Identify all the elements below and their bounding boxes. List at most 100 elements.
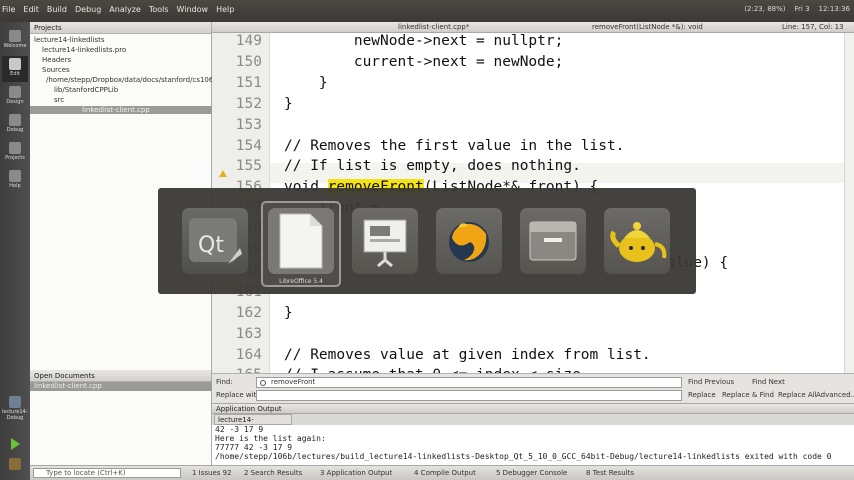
menu-debug[interactable]: Debug — [75, 5, 101, 14]
pane-debugger-console[interactable]: 5 Debugger Console — [496, 469, 567, 477]
menu-analyze[interactable]: Analyze — [109, 5, 141, 14]
application-output[interactable]: 42 -3 17 9 Here is the list again: 77777… — [212, 425, 854, 465]
mode-design[interactable]: Design — [2, 84, 28, 110]
date-indicator[interactable]: Fri 3 — [795, 5, 810, 13]
replace-input[interactable] — [256, 390, 682, 401]
tree-lib-folder[interactable]: lib/StanfordCPPLib — [54, 86, 118, 94]
code-line: current->next = newNode; — [284, 53, 564, 70]
app-switcher: Qt LibreOffice 5.4 — [158, 188, 696, 294]
teapot-icon[interactable] — [604, 208, 670, 274]
menu-tools[interactable]: Tools — [149, 5, 169, 14]
app-switcher-caption: LibreOffice 5.4 — [279, 278, 323, 285]
monitor-icon — [9, 396, 21, 408]
open-documents-header: Open Documents — [30, 370, 211, 382]
editor-scrollbar[interactable] — [844, 33, 854, 373]
battery-indicator[interactable]: (2:23, 88%) — [744, 5, 785, 13]
output-line: 77777 42 -3 17 9 — [215, 443, 293, 452]
line-number: 152 — [235, 95, 262, 112]
edit-icon — [9, 58, 21, 70]
mode-help[interactable]: Help — [2, 168, 28, 194]
replace-button[interactable]: Replace — [688, 391, 716, 399]
editor-symbol-selector[interactable]: removeFront(ListNode *&): void — [592, 23, 703, 31]
output-line: /home/stepp/106b/lectures/build_lecture1… — [215, 452, 832, 461]
debug-run-icon — [9, 458, 21, 470]
tree-pro-file[interactable]: lecture14-linkedlists.pro — [42, 46, 126, 54]
output-tab[interactable]: lecture14-linkedlists — [214, 414, 292, 432]
line-number: 155 — [235, 158, 262, 175]
firefox-icon[interactable] — [436, 208, 502, 274]
advanced-button[interactable]: Advanced... — [816, 391, 854, 399]
line-number: 150 — [235, 53, 262, 70]
mode-welcome[interactable]: Welcome — [2, 28, 28, 54]
play-icon — [10, 438, 20, 450]
code-line: // Removes value at given index from lis… — [284, 346, 651, 363]
debug-run-button[interactable] — [2, 456, 28, 480]
mode-edit[interactable]: Edit — [2, 56, 28, 82]
code-line: } — [284, 304, 293, 321]
output-header: Application Output — [212, 403, 854, 414]
mode-projects[interactable]: Projects — [2, 140, 28, 166]
pane-compile-output[interactable]: 4 Compile Output — [414, 469, 476, 477]
menu-edit[interactable]: Edit — [23, 5, 39, 14]
line-number: 162 — [235, 304, 262, 321]
find-label: Find: — [216, 378, 233, 386]
svg-text:Qt: Qt — [198, 233, 224, 258]
line-number: 163 — [235, 325, 262, 342]
clock-indicator[interactable]: 12:13:36 — [819, 5, 850, 13]
file-manager-icon[interactable] — [520, 208, 586, 274]
code-line: } — [284, 74, 328, 91]
pane-search-results[interactable]: 2 Search Results — [244, 469, 302, 477]
menu-help[interactable]: Help — [216, 5, 234, 14]
output-line: 42 -3 17 9 — [215, 425, 264, 434]
mode-debug[interactable]: Debug — [2, 112, 28, 138]
projects-icon — [9, 142, 21, 154]
pane-issues[interactable]: 1 Issues 92 — [192, 469, 232, 477]
line-number: 164 — [235, 346, 262, 363]
run-button[interactable] — [2, 432, 28, 458]
find-next-button[interactable]: Find Next — [752, 378, 785, 386]
find-input[interactable]: removeFront — [256, 377, 682, 388]
line-number: 153 — [235, 116, 262, 133]
menu-list: File Edit Build Debug Analyze Tools Wind… — [2, 5, 234, 14]
line-number: 154 — [235, 137, 262, 154]
debug-icon — [9, 114, 21, 126]
target-selector[interactable]: lecture14-linkedlistsDebug — [2, 394, 28, 424]
pane-test-results[interactable]: 8 Test Results — [586, 469, 634, 477]
tree-headers[interactable]: Headers — [42, 56, 71, 64]
menu-file[interactable]: File — [2, 5, 15, 14]
mode-bar: Welcome Edit Design Debug Projects Help … — [0, 22, 30, 480]
code-line: // If list is empty, does nothing. — [284, 158, 581, 175]
tree-project-root[interactable]: lecture14-linkedlists — [34, 36, 105, 44]
search-icon — [260, 380, 266, 386]
line-number: 149 — [235, 33, 262, 49]
line-number: 151 — [235, 74, 262, 91]
status-bar: Type to locate (Ctrl+K) 1 Issues 92 2 Se… — [30, 465, 854, 480]
presentation-icon[interactable] — [352, 208, 418, 274]
output-line: Here is the list again: — [215, 434, 326, 443]
welcome-icon — [9, 30, 21, 42]
help-icon — [9, 170, 21, 182]
projects-header: Projects — [30, 22, 211, 34]
pane-application-output[interactable]: 3 Application Output — [320, 469, 392, 477]
find-previous-button[interactable]: Find Previous — [688, 378, 734, 386]
locator-input[interactable]: Type to locate (Ctrl+K) — [33, 468, 181, 478]
find-bar: Find: Replace with: removeFront Find Pre… — [212, 373, 854, 403]
menu-window[interactable]: Window — [177, 5, 209, 14]
editor-toolbar: linkedlist-client.cpp* removeFront(ListN… — [212, 22, 854, 33]
editor-cursor-position: Line: 157, Col: 13 — [782, 23, 844, 31]
tree-folder-path[interactable]: /home/stepp/Dropbox/data/docs/stanford/c… — [46, 76, 225, 84]
menu-build[interactable]: Build — [47, 5, 67, 14]
design-icon — [9, 86, 21, 98]
tree-selected-file[interactable]: linkedlist-client.cpp — [30, 106, 212, 114]
qt-creator-icon[interactable]: Qt — [182, 208, 248, 274]
code-line: newNode->next = nullptr; — [284, 33, 564, 49]
tree-sources[interactable]: Sources — [42, 66, 70, 74]
tree-src-folder[interactable]: src — [54, 96, 64, 104]
editor-file-tab[interactable]: linkedlist-client.cpp* — [398, 23, 469, 31]
libreoffice-icon[interactable] — [268, 208, 334, 274]
replace-find-button[interactable]: Replace & Find — [722, 391, 774, 399]
open-document-item[interactable]: linkedlist-client.cpp — [30, 382, 212, 391]
replace-all-button[interactable]: Replace All — [778, 391, 817, 399]
code-line: } — [284, 95, 293, 112]
system-tray: (2:23, 88%) Fri 3 12:13:36 — [744, 5, 850, 13]
